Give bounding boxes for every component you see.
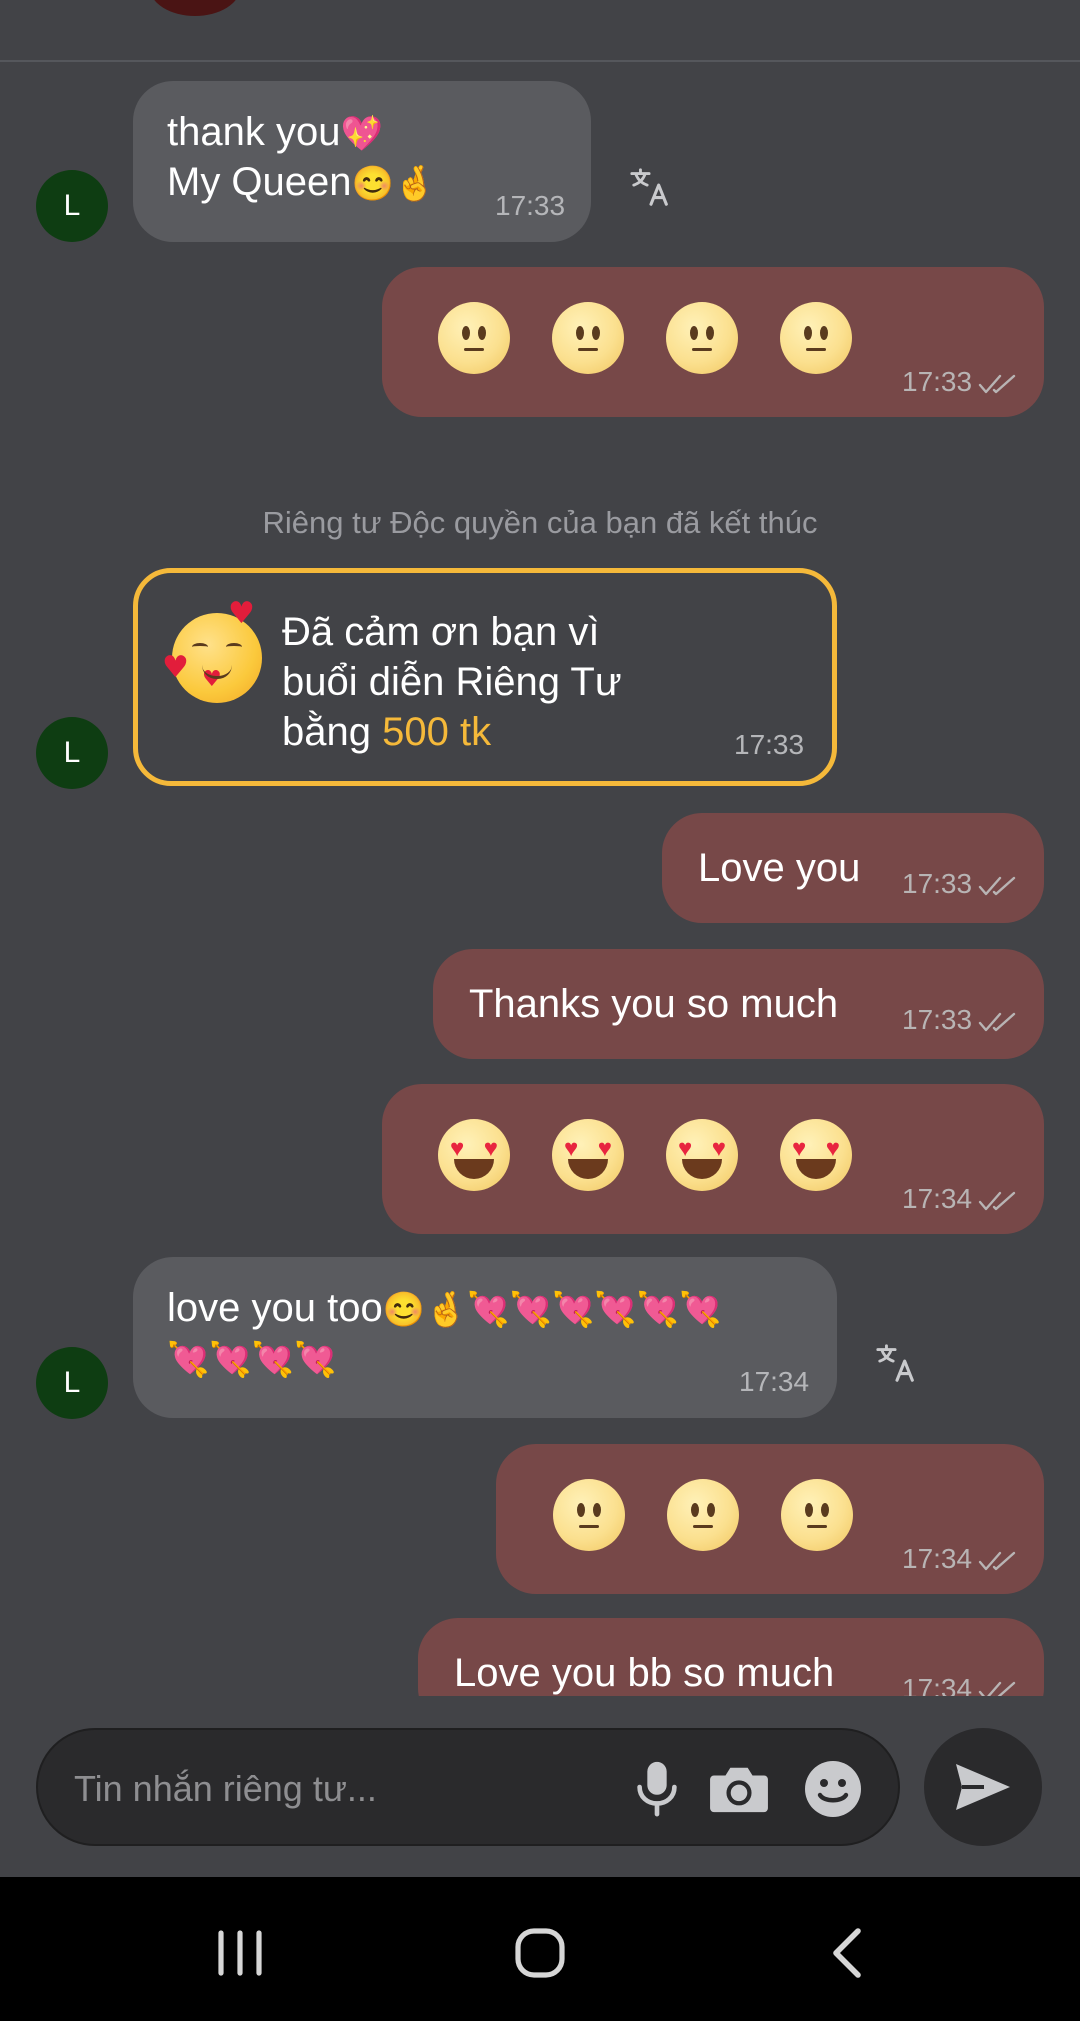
heart-eyes-icon: ♥ ♥	[438, 1119, 510, 1191]
send-icon	[956, 1764, 1010, 1810]
message-time: 17:33	[734, 729, 805, 760]
neutral-face-icon	[438, 302, 510, 374]
message-line: 💘💘💘💘	[167, 1333, 336, 1385]
translate-icon[interactable]	[628, 164, 674, 210]
message-time: 17:33	[902, 357, 1022, 407]
gift-text: Đã cảm ơn bạn vì buổi diễn Riêng Tư bằng…	[282, 607, 682, 757]
microphone-icon[interactable]	[624, 1756, 690, 1822]
neutral-face-icon	[781, 1479, 853, 1551]
system-notice: Riêng tư Độc quyền của bạn đã kết thúc	[262, 505, 818, 540]
smile-crossed-fingers-emoji: 😊🤞	[351, 165, 437, 203]
double-check-icon	[978, 1191, 1016, 1210]
avatar[interactable]: L	[36, 717, 108, 789]
heart-eyes-icon: ♥ ♥	[780, 1119, 852, 1191]
message-text: Love you	[698, 846, 861, 890]
neutral-face-icon	[667, 1479, 739, 1551]
avatar-initial: L	[63, 189, 81, 222]
neutral-face-icon	[780, 302, 852, 374]
heart-arrow-emojis: 😊🤞💘💘💘💘💘💘	[382, 1291, 722, 1329]
neutral-face-icon	[552, 302, 624, 374]
double-check-icon	[978, 374, 1016, 393]
message-composer	[36, 1728, 900, 1846]
home-icon[interactable]	[500, 1913, 580, 1993]
outgoing-message[interactable]: 17:33	[382, 267, 1044, 417]
message-time: 17:33	[495, 190, 566, 221]
gift-line: bằng 500 tk	[282, 707, 682, 757]
avatar[interactable]: L	[36, 170, 108, 242]
send-button[interactable]	[924, 1728, 1042, 1846]
double-check-icon	[978, 876, 1016, 895]
emoji-row	[553, 1479, 853, 1551]
outgoing-message[interactable]: 17:34	[496, 1444, 1044, 1594]
message-line: My Queen😊🤞	[167, 157, 436, 209]
outgoing-message[interactable]: ♥ ♥ ♥ ♥ ♥ ♥ ♥ ♥ 17:34	[382, 1084, 1044, 1234]
double-check-icon	[978, 1681, 1016, 1696]
header-avatar	[150, 0, 240, 16]
double-check-icon	[978, 1012, 1016, 1031]
message-time: 17:34	[739, 1366, 810, 1397]
message-text: Love you bb so much	[454, 1651, 835, 1695]
emoji-row: ♥ ♥ ♥ ♥ ♥ ♥ ♥ ♥	[438, 1119, 852, 1191]
system-navigation-bar	[0, 1877, 1080, 2021]
outgoing-message[interactable]: Love you 17:33	[662, 813, 1044, 923]
gift-message[interactable]: ♥ ♥ ♥ Đã cảm ơn bạn vì buổi diễn Riêng T…	[133, 568, 837, 786]
message-time: 17:34	[902, 1664, 1022, 1696]
gift-line-prefix: bằng	[282, 710, 383, 754]
neutral-face-icon	[666, 302, 738, 374]
back-icon[interactable]	[806, 1913, 886, 1993]
smiling-face-hearts-icon: ♥ ♥ ♥	[162, 599, 262, 703]
message-text: thank you	[167, 110, 341, 154]
message-time: 17:33	[902, 995, 1022, 1045]
translate-icon[interactable]	[874, 1340, 920, 1386]
message-time: 17:33	[902, 859, 1022, 909]
gift-line: buổi diễn Riêng Tư	[282, 660, 622, 704]
avatar[interactable]: L	[36, 1347, 108, 1419]
incoming-message[interactable]: thank you💖 My Queen😊🤞 17:33	[133, 81, 591, 242]
message-text: My Queen	[167, 160, 352, 204]
camera-icon[interactable]	[706, 1756, 772, 1822]
avatar-initial: L	[63, 1366, 81, 1399]
neutral-face-icon	[553, 1479, 625, 1551]
message-time: 17:34	[902, 1174, 1022, 1224]
message-input[interactable]	[74, 1764, 594, 1814]
outgoing-message[interactable]: Thanks you so much 17:33	[433, 949, 1044, 1059]
emoji-icon[interactable]	[800, 1756, 866, 1822]
chat-scroll-area[interactable]: L thank you💖 My Queen😊🤞 17:33 17:33 Riên…	[0, 0, 1080, 1696]
heart-eyes-icon: ♥ ♥	[552, 1119, 624, 1191]
double-check-icon	[978, 1551, 1016, 1570]
incoming-message[interactable]: love you too😊🤞💘💘💘💘💘💘 💘💘💘💘 17:34	[133, 1257, 837, 1418]
avatar-initial: L	[63, 736, 81, 769]
heart-arrow-emojis: 💘💘💘💘	[167, 1341, 337, 1379]
message-line: thank you💖	[167, 107, 383, 159]
gift-amount: 500 tk	[382, 710, 492, 754]
header-divider	[0, 60, 1080, 62]
message-line: love you too😊🤞💘💘💘💘💘💘	[167, 1283, 721, 1335]
message-text: Thanks you so much	[469, 982, 839, 1026]
message-text: love you too	[167, 1286, 383, 1330]
sparkling-heart-emoji: 💖	[340, 115, 383, 153]
heart-eyes-icon: ♥ ♥	[666, 1119, 738, 1191]
recent-apps-icon[interactable]	[200, 1913, 280, 1993]
emoji-row	[438, 302, 852, 374]
gift-line: Đã cảm ơn bạn vì	[282, 610, 600, 654]
outgoing-message[interactable]: Love you bb so much 17:34	[418, 1618, 1044, 1696]
message-time: 17:34	[902, 1534, 1022, 1584]
